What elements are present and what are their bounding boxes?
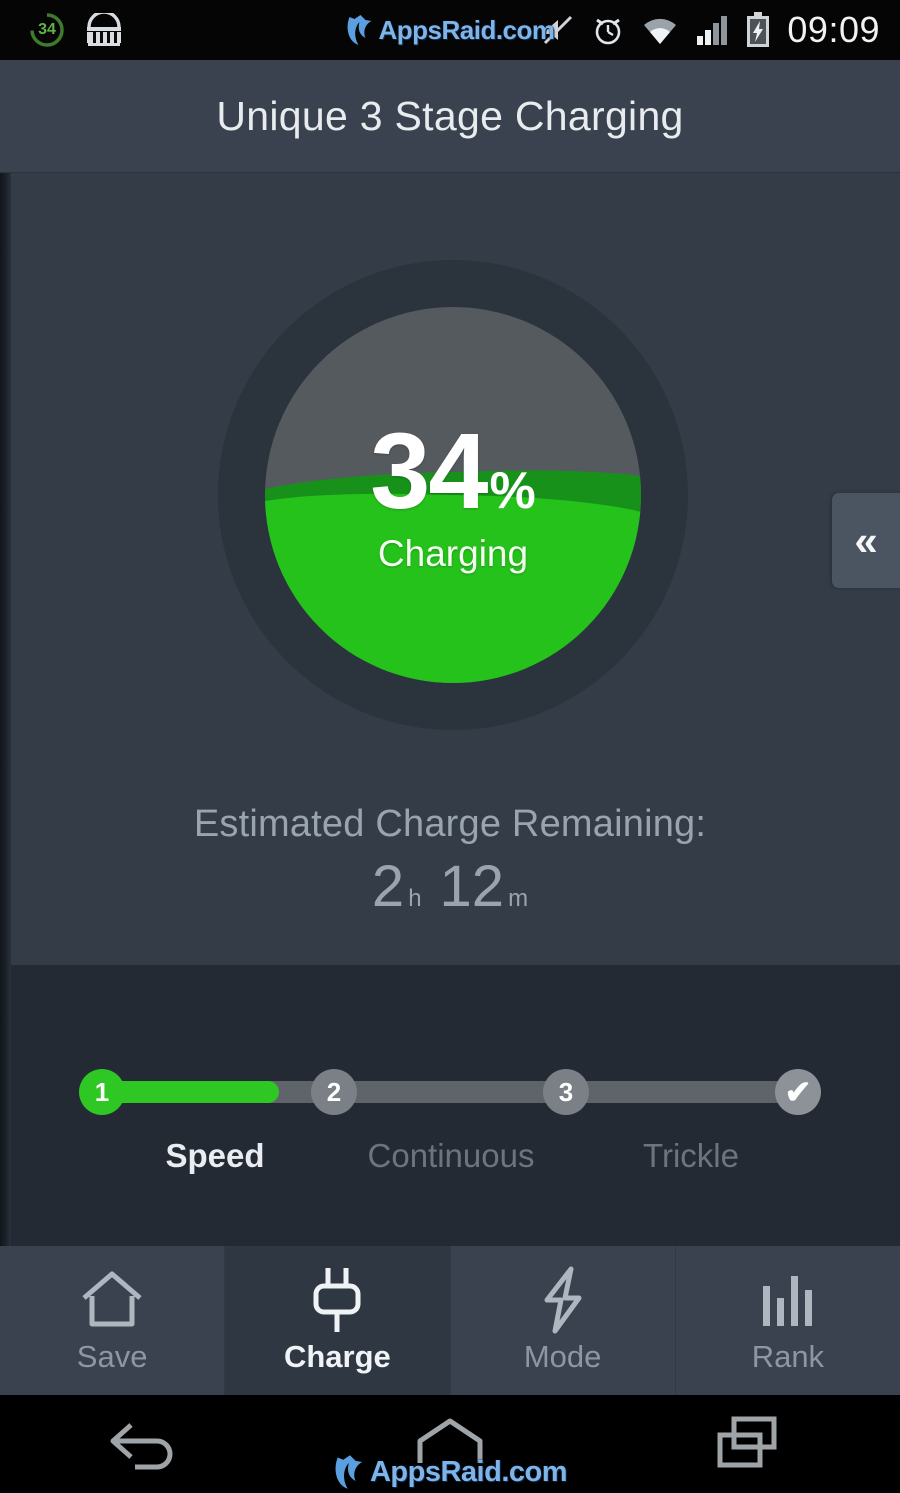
tab-rank[interactable]: Rank [676, 1246, 900, 1395]
charging-status-text: Charging [377, 532, 529, 574]
stage-label-trickle: Trickle [643, 1137, 739, 1174]
mute-icon [544, 15, 573, 45]
status-bar: 34 09:09 AppsRaid.com [0, 0, 900, 60]
stage-label-continuous: Continuous [367, 1137, 535, 1174]
bottom-tab-bar: Save Charge Mode Rank [0, 1246, 900, 1395]
tab-mode[interactable]: Mode [451, 1246, 676, 1395]
tab-charge[interactable]: Charge [225, 1246, 451, 1395]
estimate-value: 2 h 12 m [0, 858, 900, 916]
estimated-charge-remaining: Estimated Charge Remaining: 2 h 12 m [0, 803, 900, 916]
status-bar-left-icons: 34 [28, 11, 124, 49]
tab-rank-label: Rank [751, 1338, 825, 1374]
tab-mode-label: Mode [523, 1338, 602, 1374]
estimate-minutes: 12 [439, 854, 505, 919]
home-icon [417, 1418, 483, 1463]
stage-track-fill [101, 1081, 279, 1103]
bar-chart-icon [757, 1267, 819, 1333]
back-icon [110, 1423, 173, 1470]
estimate-label: Estimated Charge Remaining: [193, 803, 707, 845]
android-home-button[interactable] [360, 1409, 540, 1479]
stage-node-2-badge: 2 [326, 1076, 342, 1107]
alarm-icon [596, 18, 621, 45]
stage-label-speed: Speed [165, 1137, 265, 1174]
gauge-percent-symbol: % [489, 462, 536, 521]
left-panel-edge[interactable] [0, 173, 11, 1246]
page-title: Unique 3 Stage Charging [216, 92, 684, 139]
gauge-readout: 34 % Charging [218, 260, 688, 730]
home-icon [77, 1267, 147, 1333]
android-back-button[interactable] [60, 1409, 240, 1479]
wolf-head-logo-icon [347, 15, 372, 45]
gauge-percent-row: 34 % [370, 410, 536, 532]
appsraid-watermark: AppsRaid.com [345, 13, 555, 47]
tab-charge-label: Charge [283, 1338, 391, 1374]
main-content: 34 % Charging Estimated Charge Remaining… [0, 173, 900, 965]
stage-node-complete[interactable]: ✔ [775, 1069, 821, 1115]
android-navigation-bar: AppsRaid.com [0, 1395, 900, 1493]
status-bar-right-icons: 09:09 [541, 12, 880, 48]
side-panel-toggle[interactable]: « [832, 493, 900, 588]
stage-node-2[interactable]: 2 [311, 1069, 357, 1115]
estimate-hours: 2 [371, 854, 405, 919]
tab-save-label: Save [76, 1338, 148, 1374]
stage-progress-track: 1 2 3 ✔ [79, 1069, 821, 1115]
gauge-percent-value: 34 [370, 410, 488, 532]
stage-node-3[interactable]: 3 [543, 1069, 589, 1115]
recents-icon [717, 1416, 777, 1468]
charge-stage-panel: 1 2 3 ✔ Speed Continuous Trickle [0, 965, 900, 1246]
title-bar: Unique 3 Stage Charging [0, 60, 900, 173]
stage-node-1-badge: 1 [94, 1076, 110, 1107]
estimate-minutes-unit: m [508, 885, 529, 912]
battery-percent-ring-icon: 34 [28, 11, 66, 49]
check-icon: ✔ [784, 1074, 812, 1110]
wifi-icon [644, 18, 677, 44]
appsraid-watermark-text: AppsRaid.com [378, 14, 555, 45]
lightning-icon [535, 1266, 591, 1333]
signal-icon [697, 16, 728, 45]
plug-icon [306, 1267, 368, 1333]
app-screen: 34 09:09 AppsRaid.com Unique 3 Stage Cha… [0, 0, 900, 1493]
estimate-hours-unit: h [408, 885, 422, 912]
stage-node-1[interactable]: 1 [79, 1069, 125, 1115]
basket-icon [87, 13, 121, 46]
android-recents-button[interactable] [660, 1409, 840, 1479]
tab-save[interactable]: Save [0, 1246, 226, 1395]
battery-charging-icon [747, 12, 770, 47]
battery-percent-ring-value: 34 [38, 21, 56, 38]
stage-node-3-badge: 3 [558, 1076, 574, 1107]
stage-labels: Speed Continuous Trickle [79, 1137, 821, 1187]
chevron-double-left-icon: « [854, 516, 877, 564]
status-bar-clock: 09:09 [787, 9, 880, 50]
battery-gauge: 34 % Charging [218, 260, 688, 730]
